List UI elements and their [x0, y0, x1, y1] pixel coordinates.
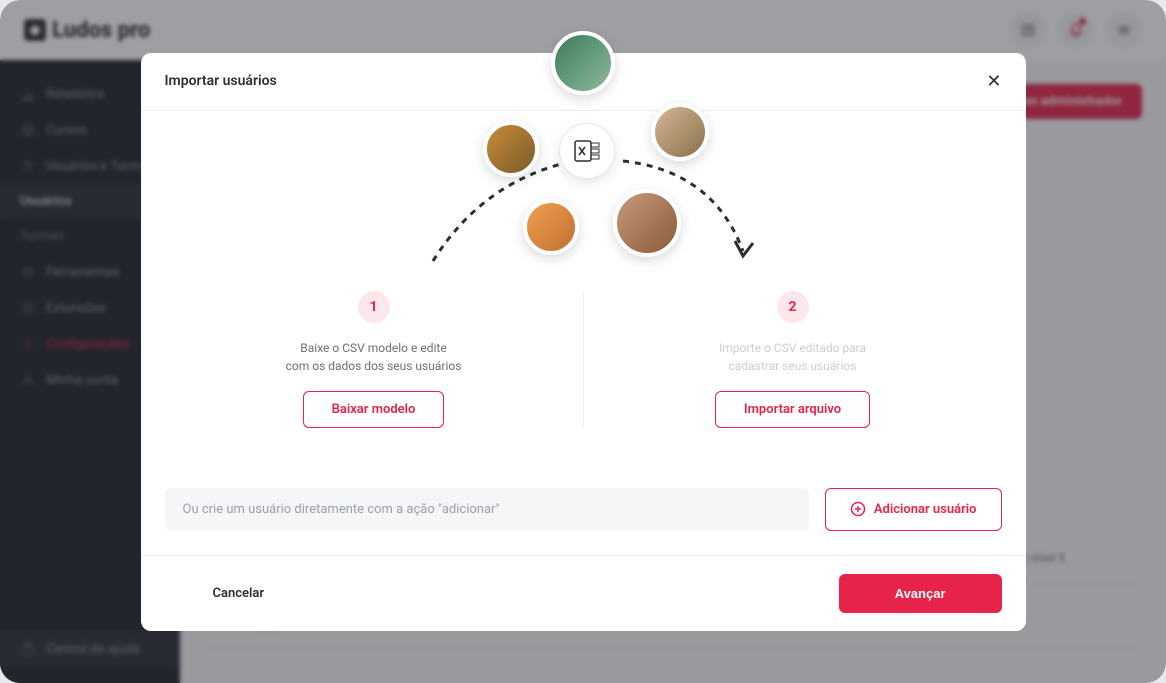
- step-text-line: com os dados dos seus usuários: [205, 357, 543, 375]
- step-1: 1 Baixe o CSV modelo e edite com os dado…: [165, 291, 584, 428]
- step-text-line: Importe o CSV editado para: [624, 339, 962, 357]
- close-icon[interactable]: ✕: [986, 71, 1001, 92]
- step-badge: 2: [777, 291, 809, 323]
- import-users-modal: Importar usuários ✕: [141, 53, 1026, 631]
- illustration-avatar: [613, 189, 681, 257]
- step-text-line: Baixe o CSV modelo e edite: [205, 339, 543, 357]
- advance-button[interactable]: Avançar: [839, 574, 1002, 613]
- plus-circle-icon: [850, 501, 866, 517]
- modal-title: Importar usuários: [165, 73, 277, 89]
- add-user-button[interactable]: Adicionar usuário: [825, 488, 1002, 531]
- step-badge: 1: [358, 291, 390, 323]
- illustration-avatar: [651, 103, 709, 161]
- modal-backdrop: Importar usuários ✕: [0, 0, 1166, 683]
- download-template-button[interactable]: Baixar modelo: [303, 391, 445, 428]
- excel-icon: [559, 123, 615, 179]
- create-user-hint: Ou crie um usuário diretamente com a açã…: [165, 488, 809, 531]
- illustration-avatar: [523, 199, 579, 255]
- cancel-button[interactable]: Cancelar: [165, 576, 313, 611]
- step-2: 2 Importe o CSV editado para cadastrar s…: [584, 291, 1002, 428]
- import-file-button[interactable]: Importar arquivo: [715, 391, 870, 428]
- illustration-avatar: [483, 121, 539, 177]
- step-text-line: cadastrar seus usuários: [624, 357, 962, 375]
